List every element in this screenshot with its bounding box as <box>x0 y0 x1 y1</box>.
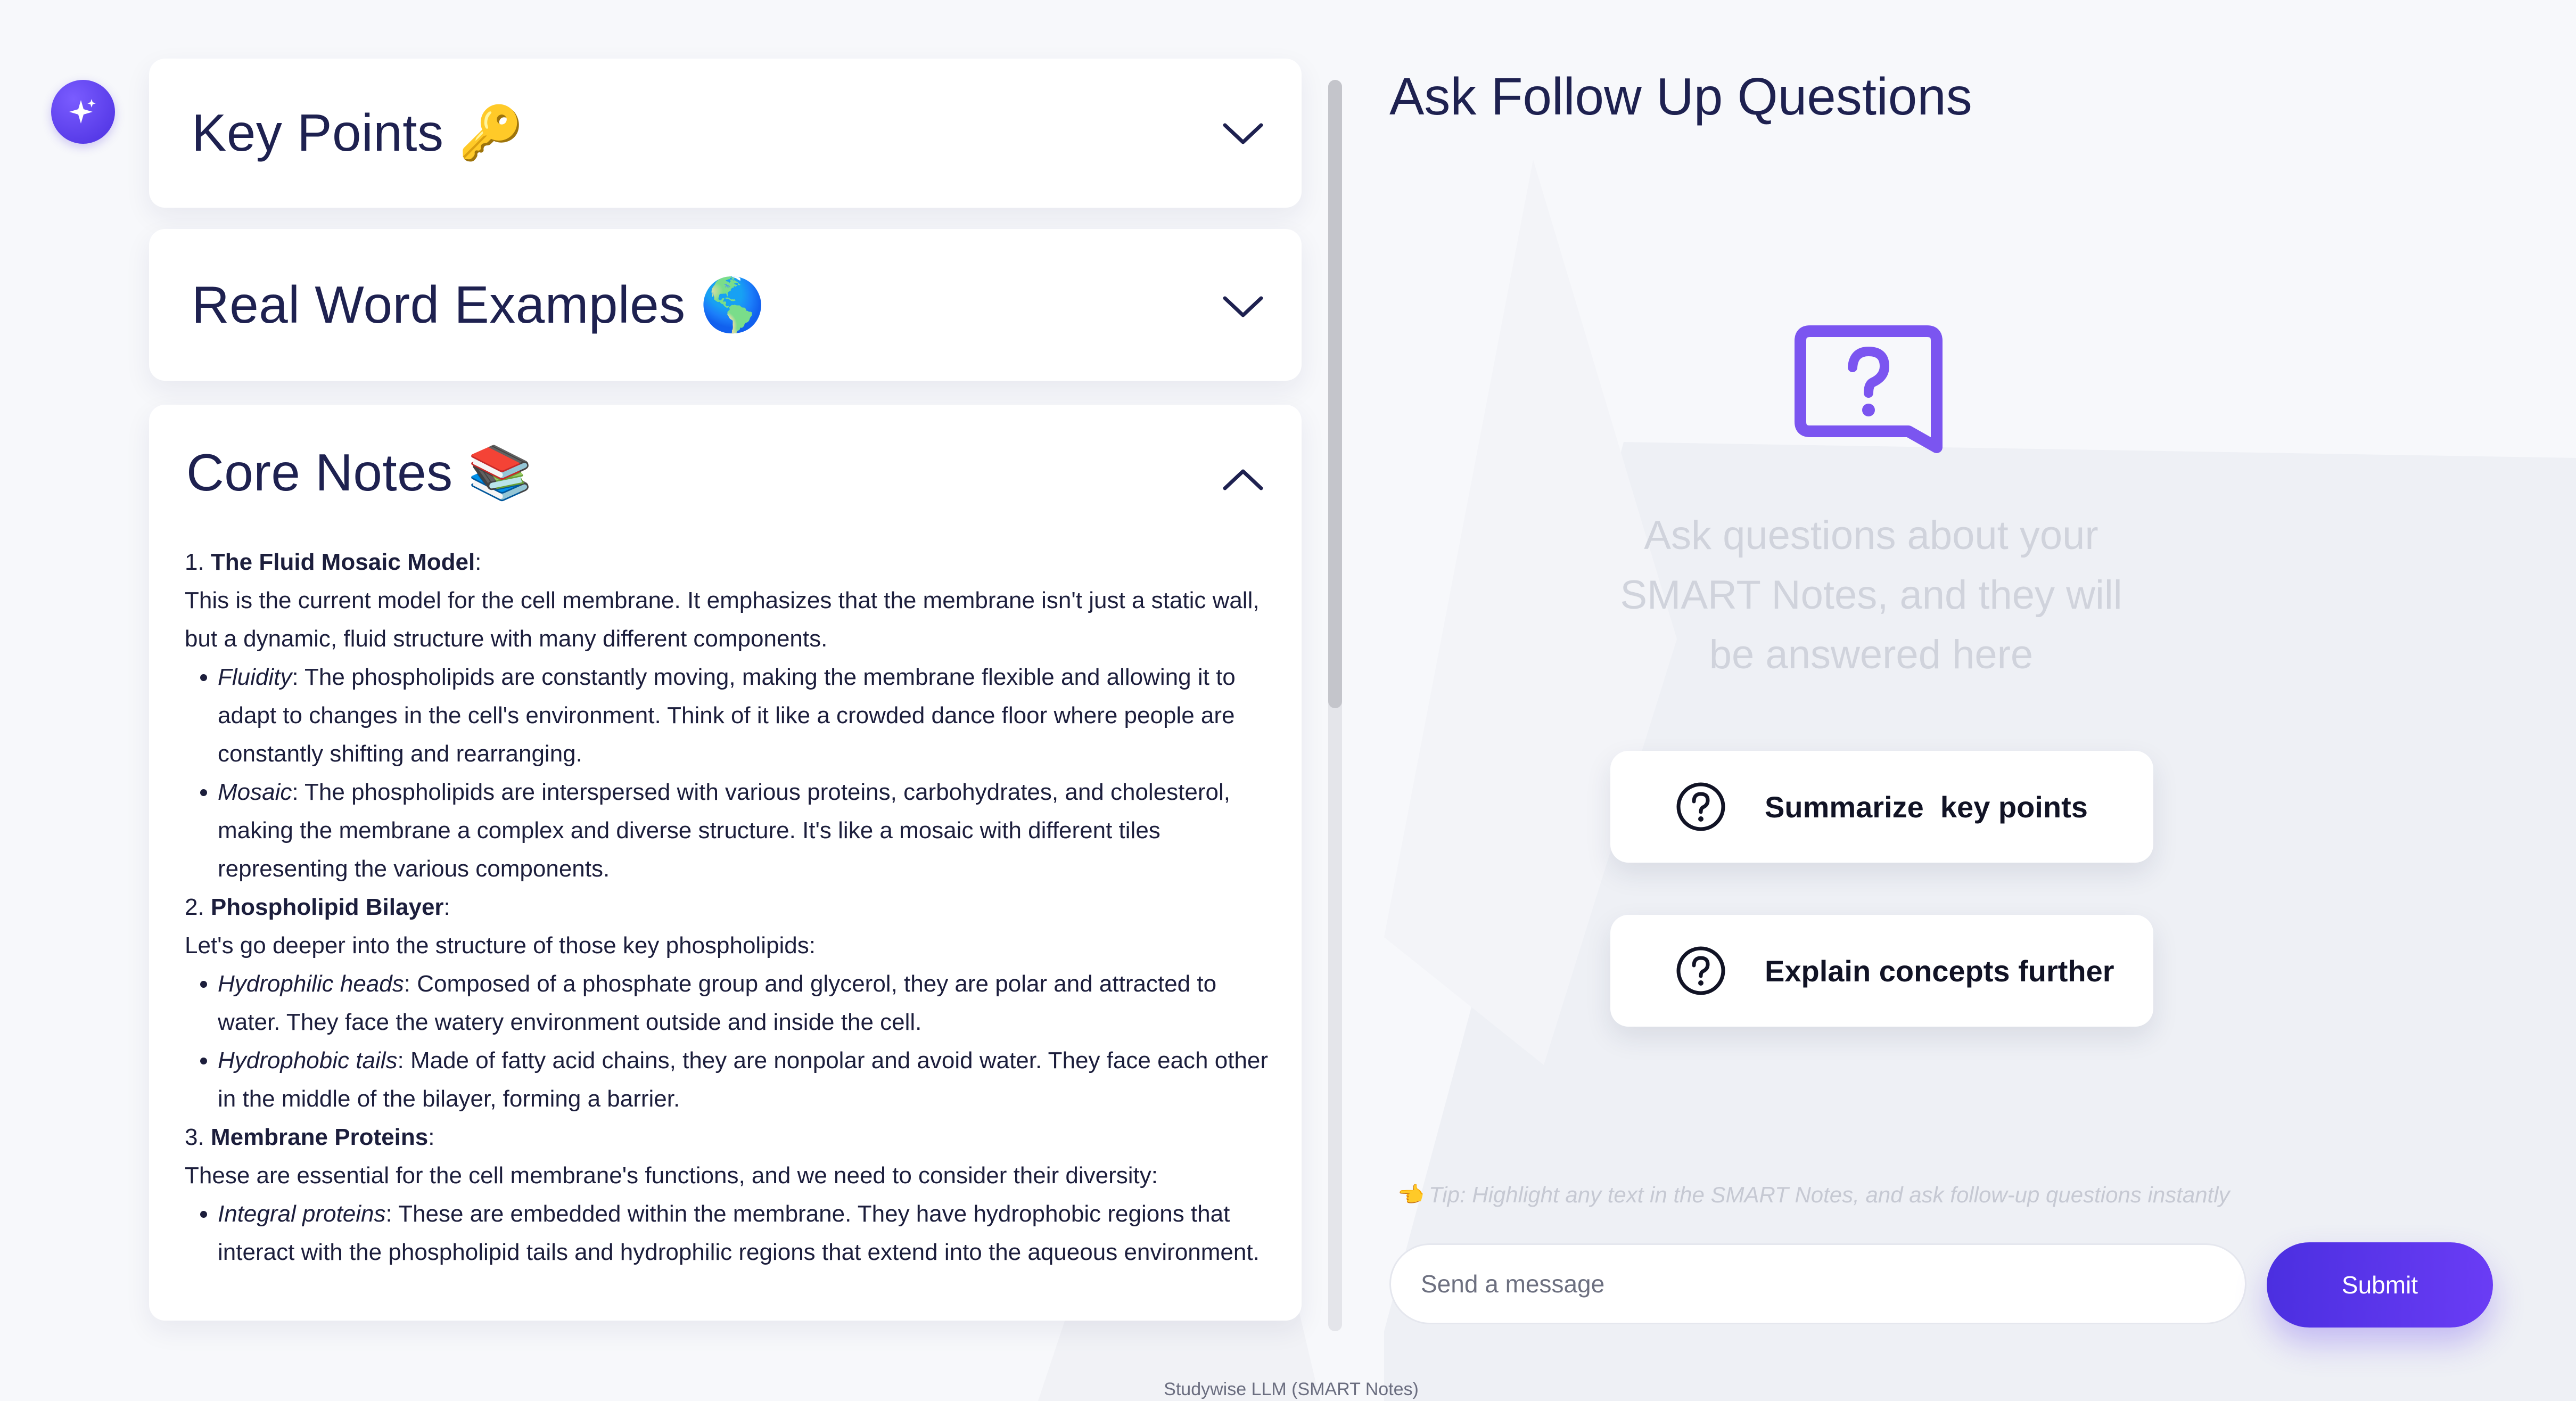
note-list: Hydrophilic heads: Composed of a phospha… <box>185 965 1271 1118</box>
key-points-card[interactable]: Key Points 🔑 <box>149 59 1302 208</box>
note-list: Fluidity: The phospholipids are constant… <box>185 658 1271 888</box>
footer-text: Studywise LLM (SMART Notes) <box>1164 1379 1419 1399</box>
notes-scrollbar[interactable] <box>1328 80 1342 1331</box>
chevron-up-icon[interactable] <box>1222 466 1264 493</box>
real-world-examples-card[interactable]: Real Word Examples 🌎 <box>149 229 1302 381</box>
list-item: Mosaic: The phospholipids are interspers… <box>218 773 1271 888</box>
scrollbar-thumb[interactable] <box>1328 80 1342 708</box>
note-list: Integral proteins: These are embedded wi… <box>185 1195 1271 1272</box>
followup-title: Ask Follow Up Questions <box>1389 67 1972 126</box>
list-item: Integral proteins: These are embedded wi… <box>218 1195 1271 1272</box>
suggestion-label: Explain concepts further <box>1765 954 2114 988</box>
note-paragraph: These are essential for the cell membran… <box>185 1162 1158 1189</box>
footer: Studywise LLM (SMART Notes) <box>0 1379 2576 1400</box>
list-item: Hydrophobic tails: Made of fatty acid ch… <box>218 1042 1271 1118</box>
suggestion-label: Summarize key points <box>1765 790 2088 824</box>
smart-notes-panel: Key Points 🔑 Real Word Examples 🌎 Core N… <box>149 59 1304 1321</box>
suggestion-summarize-button[interactable]: Summarize key points <box>1610 751 2153 863</box>
note-paragraph: Let's go deeper into the structure of th… <box>185 932 816 958</box>
note-section-heading: 2. Phospholipid Bilayer: <box>185 894 450 920</box>
chevron-down-icon[interactable] <box>1222 294 1264 321</box>
list-item: Fluidity: The phospholipids are constant… <box>218 658 1271 773</box>
core-notes-card: Core Notes 📚 1. The Fluid Mosaic Model: … <box>149 405 1302 1321</box>
chevron-down-icon[interactable] <box>1222 121 1264 148</box>
core-notes-title: Core Notes 📚 <box>186 443 533 502</box>
submit-button[interactable]: Submit <box>2267 1242 2493 1328</box>
question-circle-icon <box>1676 782 1725 831</box>
real-world-examples-title: Real Word Examples 🌎 <box>192 275 766 334</box>
tip-text: 👈 Tip: Highlight any text in the SMART N… <box>1395 1182 2230 1207</box>
app-logo[interactable] <box>51 80 115 144</box>
question-circle-icon <box>1676 946 1725 995</box>
note-section-heading: 1. The Fluid Mosaic Model: <box>185 549 482 575</box>
suggestion-explain-button[interactable]: Explain concepts further <box>1610 915 2153 1027</box>
core-notes-content: 1. The Fluid Mosaic Model: This is the c… <box>185 543 1271 1272</box>
note-paragraph: This is the current model for the cell m… <box>185 587 1260 652</box>
list-item: Hydrophilic heads: Composed of a phospha… <box>218 965 1271 1042</box>
sparkle-icon <box>69 99 96 124</box>
note-section-heading: 3. Membrane Proteins: <box>185 1124 435 1150</box>
question-bubble-icon <box>1795 325 1943 453</box>
message-input[interactable] <box>1389 1243 2246 1324</box>
followup-hint: Ask questions about your SMART Notes, an… <box>1620 513 2122 677</box>
key-points-title: Key Points 🔑 <box>192 103 524 162</box>
